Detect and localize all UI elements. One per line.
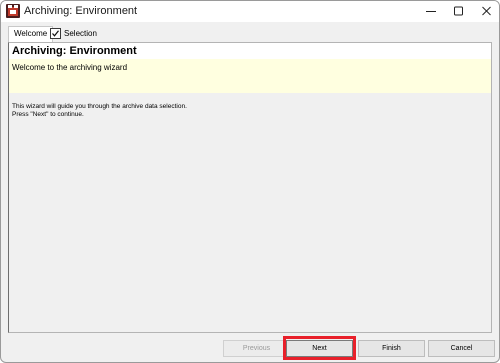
- cancel-button[interactable]: Cancel: [428, 340, 495, 357]
- tab-strip: Welcome Selection: [1, 22, 499, 42]
- next-button[interactable]: Next: [286, 340, 353, 357]
- archiving-wizard-window: Archiving: Environment Welcome Selection…: [0, 0, 500, 363]
- window-title: Archiving: Environment: [24, 5, 138, 17]
- selection-checkbox[interactable]: [50, 28, 61, 39]
- title-bar[interactable]: Archiving: Environment: [1, 1, 499, 22]
- finish-button[interactable]: Finish: [358, 340, 425, 357]
- page-title: Archiving: Environment: [12, 45, 137, 57]
- maximize-icon: [454, 6, 463, 16]
- header-subtitle-area: Welcome to the archiving wizard: [9, 59, 491, 93]
- page-subtitle: Welcome to the archiving wizard: [12, 63, 128, 72]
- header-title-bar: Archiving: Environment: [9, 43, 491, 59]
- tab-welcome[interactable]: Welcome: [8, 26, 54, 42]
- tab-selection-label: Selection: [64, 29, 97, 38]
- close-button[interactable]: [471, 1, 499, 22]
- minimize-icon: [426, 11, 436, 12]
- wizard-description: This wizard will guide you through the a…: [12, 103, 187, 119]
- wizard-content-panel: Archiving: Environment Welcome to the ar…: [8, 42, 492, 333]
- previous-button[interactable]: Previous: [223, 340, 290, 357]
- archive-app-icon: [6, 4, 20, 18]
- description-line-2: Press "Next" to continue.: [12, 111, 84, 118]
- description-line-1: This wizard will guide you through the a…: [12, 103, 187, 110]
- close-icon: [482, 6, 491, 16]
- checkmark-icon: [52, 30, 59, 37]
